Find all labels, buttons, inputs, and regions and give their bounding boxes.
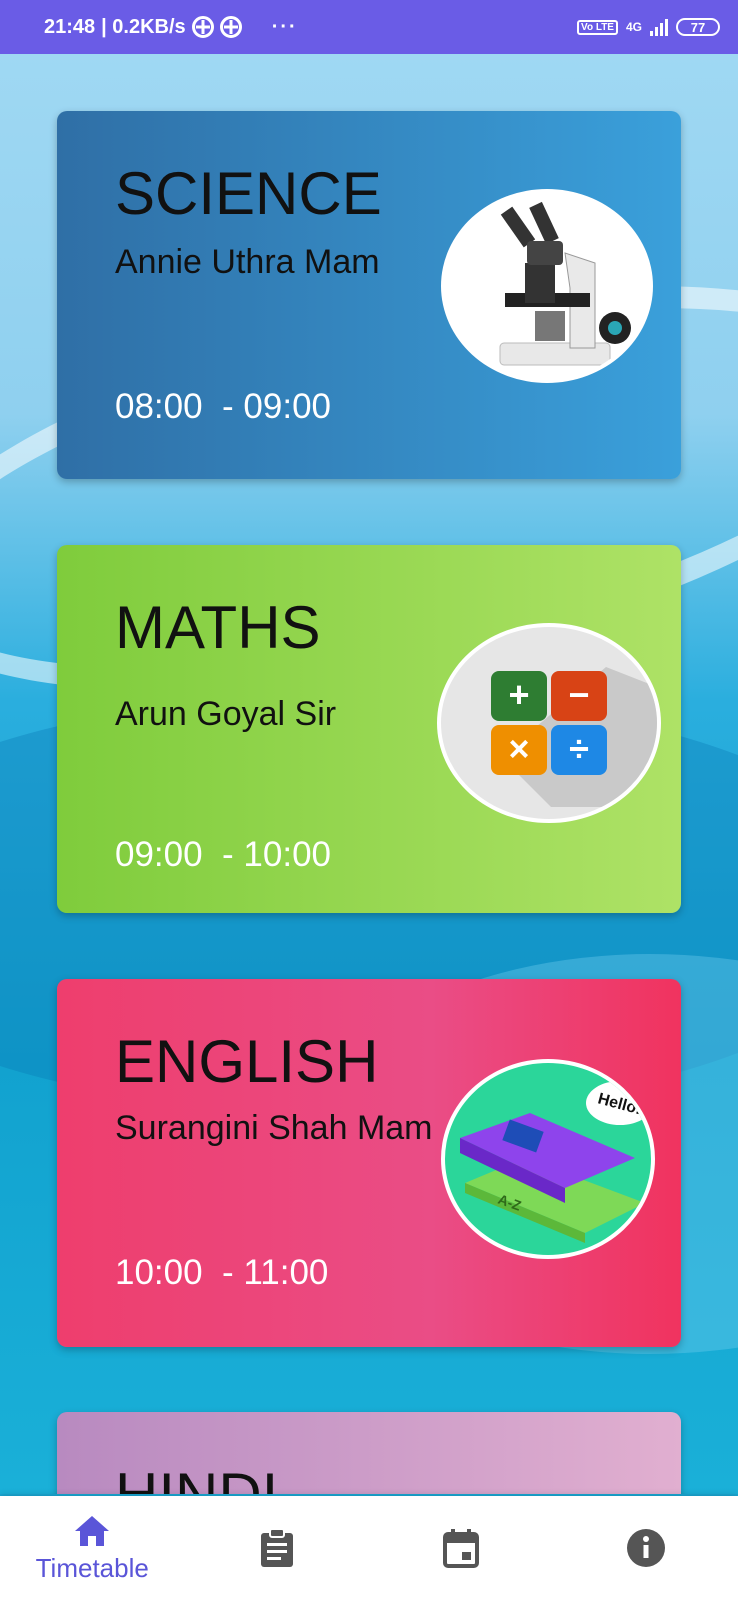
teacher-name: Annie Uthra Mam — [115, 243, 380, 281]
clipboard-icon — [260, 1528, 293, 1567]
english-card[interactable]: ENGLISH Hello! A-Z Surangini Shah Mam 10… — [57, 979, 681, 1347]
nav-timetable-label: Timetable — [35, 1552, 149, 1583]
bottom-navigation: Timetable — [0, 1496, 738, 1600]
network-speed: | 0.2KB/s — [101, 15, 186, 38]
nav-assignments[interactable] — [185, 1496, 370, 1600]
battery-icon: 77 — [676, 18, 720, 36]
multiply-symbol: × — [508, 728, 529, 769]
subject-title: HINDI — [115, 1460, 278, 1494]
network-type: 4G — [625, 20, 642, 34]
status-time: 21:48 — [44, 15, 96, 38]
background: SCIENCE Annie Uthra Mam 08:00 - 09:00 MA… — [0, 54, 738, 1494]
books-icon: Hello! A-Z — [441, 1059, 655, 1259]
class-time: 09:00 - 10:00 — [115, 835, 331, 874]
divide-symbol: ÷ — [569, 728, 589, 769]
nav-calendar[interactable] — [369, 1496, 554, 1600]
teacher-name: Surangini Shah Mam — [115, 1109, 433, 1147]
minus-symbol: − — [568, 674, 589, 715]
teacher-name: Arun Goyal Sir — [115, 695, 337, 733]
nav-info[interactable] — [554, 1496, 738, 1600]
status-bar: 21:48 | 0.2KB/s ··· Vo LTE 4G 77 — [0, 0, 738, 54]
calendar-icon — [443, 1529, 480, 1568]
volte-icon: Vo LTE — [577, 19, 618, 35]
hindi-card[interactable]: HINDI — [57, 1412, 681, 1494]
app-notification-icon — [219, 16, 242, 38]
class-time: 08:00 - 09:00 — [115, 387, 331, 426]
calculator-icon: + − × ÷ — [437, 623, 661, 823]
plus-symbol: + — [508, 674, 529, 715]
maths-card[interactable]: MATHS Arun Goyal Sir 09:00 - 10:00 + − ×… — [57, 545, 681, 913]
subject-title: MATHS — [115, 594, 321, 661]
signal-icon — [650, 18, 668, 36]
app-notification-icon — [191, 16, 214, 38]
microscope-icon — [441, 189, 653, 383]
nav-timetable[interactable]: Timetable — [0, 1496, 185, 1600]
subject-title: SCIENCE — [115, 160, 382, 227]
class-time: 10:00 - 11:00 — [115, 1253, 329, 1292]
home-icon — [75, 1515, 110, 1546]
science-card[interactable]: SCIENCE Annie Uthra Mam 08:00 - 09:00 — [57, 111, 681, 479]
subject-title: ENGLISH — [115, 1028, 379, 1095]
more-notifications-icon: ··· — [271, 15, 298, 38]
info-icon — [626, 1529, 665, 1567]
